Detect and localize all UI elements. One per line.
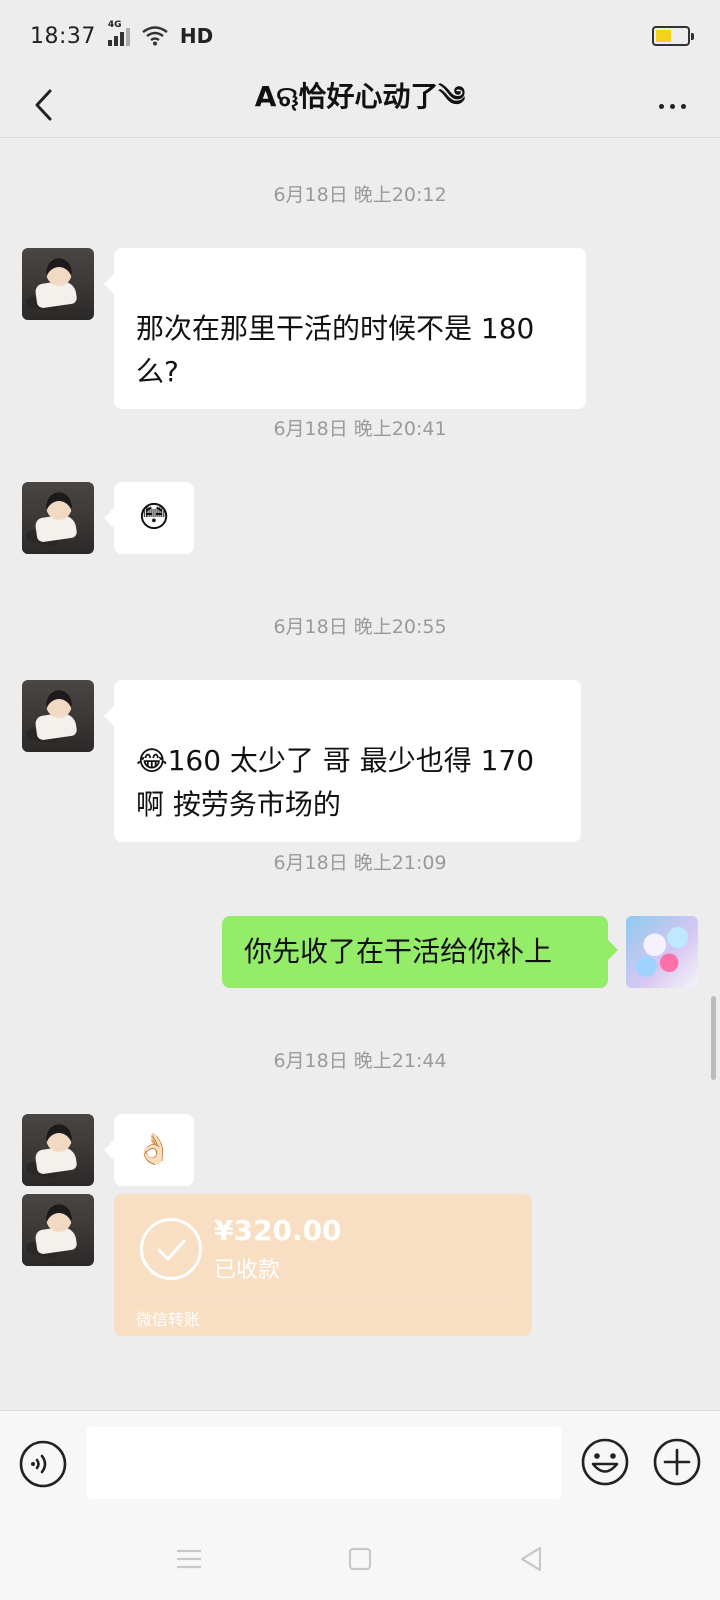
voice-input-button[interactable] [18, 1439, 68, 1489]
crying-laughing-emoji-icon: 😂 [136, 746, 168, 777]
back-triangle-icon [520, 1546, 542, 1572]
message-text: 160 太少了 哥 最少也得 170 啊 按劳务市场的 [136, 744, 535, 821]
message-input[interactable] [86, 1427, 562, 1499]
more-options-button[interactable] [650, 86, 694, 126]
more-dot-icon [658, 103, 664, 109]
back-nav-button[interactable] [516, 1544, 546, 1574]
message-text: 那次在那里干活的时候不是 180 么? [136, 312, 535, 388]
smiley-face-icon [581, 1438, 629, 1486]
more-dot-icon [669, 103, 675, 109]
more-functions-button[interactable] [652, 1437, 702, 1487]
transfer-card[interactable]: ¥320.00 已收款 微信转账 [114, 1194, 532, 1336]
my-message-bubble[interactable]: 你先收了在干活给你补上 [222, 916, 618, 988]
message-bubble[interactable]: 😳 [104, 482, 194, 554]
wifi-icon [142, 26, 168, 46]
home-square-icon [348, 1547, 372, 1571]
contact-avatar[interactable] [22, 1114, 94, 1186]
message-bubble[interactable]: 😂160 太少了 哥 最少也得 170 啊 按劳务市场的 [104, 680, 581, 842]
contact-avatar[interactable] [22, 248, 94, 320]
message-timestamp: 6月18日 晚上20:12 [273, 184, 447, 206]
home-button[interactable] [345, 1544, 375, 1574]
plus-circle-icon [653, 1438, 701, 1486]
system-navigation-bar [0, 1520, 720, 1600]
contact-avatar[interactable] [22, 680, 94, 752]
chat-title: Aୠ恰好心动了༄ [254, 80, 466, 113]
message-text: 你先收了在干活给你补上 [244, 935, 553, 968]
status-left: 18:37 4G HD [30, 20, 214, 49]
ok-hand-emoji-icon: 👌🏻 [135, 1132, 173, 1167]
status-bar: 18:37 4G HD [0, 0, 720, 72]
contact-avatar[interactable] [22, 482, 94, 554]
message-bubble[interactable]: 👌🏻 [104, 1114, 194, 1186]
status-time: 18:37 [30, 23, 96, 49]
message-timestamp: 6月18日 晚上21:09 [273, 852, 447, 874]
transfer-divider [136, 1300, 510, 1301]
message-timestamp: 6月18日 晚上20:41 [273, 418, 447, 440]
hd-label: HD [179, 24, 214, 48]
transfer-amount: ¥320.00 [214, 1214, 342, 1247]
menu-lines-icon [176, 1549, 202, 1569]
menu-button[interactable] [174, 1544, 204, 1574]
network-type-label: 4G [107, 20, 122, 30]
message-timestamp: 6月18日 晚上21:44 [273, 1050, 447, 1072]
contact-avatar[interactable] [22, 1194, 94, 1266]
checkmark-circle-icon [140, 1218, 202, 1280]
message-list[interactable]: 6月18日 晚上20:12 那次在那里干活的时候不是 180 么? 6月18日 … [0, 138, 720, 1408]
back-button[interactable] [22, 84, 64, 126]
transfer-source: 微信转账 [136, 1310, 201, 1329]
flushed-face-emoji-icon: 😳 [138, 500, 170, 535]
my-avatar[interactable] [626, 916, 698, 988]
voice-icon [19, 1440, 67, 1488]
input-bar [0, 1410, 720, 1520]
battery-icon [652, 26, 694, 46]
scrollbar[interactable] [711, 996, 716, 1080]
message-timestamp: 6月18日 晚上20:55 [273, 616, 447, 638]
message-bubble[interactable]: 那次在那里干活的时候不是 180 么? [104, 248, 586, 409]
emoji-button[interactable] [580, 1437, 630, 1487]
transfer-status: 已收款 [214, 1258, 281, 1283]
chevron-left-icon [35, 89, 52, 121]
signal-icon: 4G [107, 20, 130, 46]
chat-header: Aୠ恰好心动了༄ [0, 72, 720, 138]
more-dot-icon [680, 103, 686, 109]
battery-fill [656, 30, 671, 42]
